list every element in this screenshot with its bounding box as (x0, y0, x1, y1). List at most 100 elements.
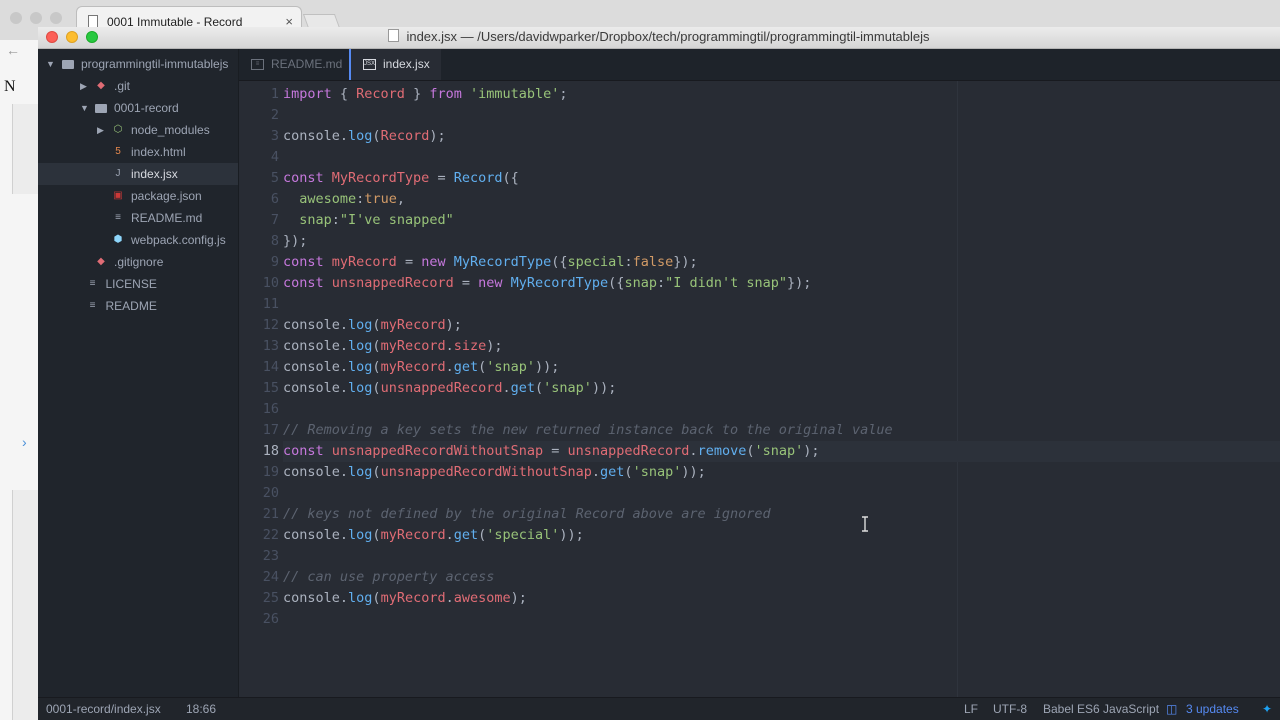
code-line[interactable]: console.log(Record); (283, 126, 1280, 147)
line-number: 11 (262, 296, 279, 312)
tab-label: README.md (271, 57, 343, 71)
browser-close-dot[interactable] (10, 12, 22, 24)
tree-item-label: README (105, 299, 157, 313)
status-file-path[interactable]: 0001-record/index.jsx (46, 698, 161, 720)
line-number: 20 (262, 485, 279, 501)
package-icon: ⬡ (113, 124, 123, 135)
browser-minimize-dot[interactable] (30, 12, 42, 24)
title-bar: index.jsx — /Users/davidwparker/Dropbox/… (38, 27, 1280, 49)
line-number: 7 (270, 212, 279, 228)
book-icon: ≡ (115, 212, 121, 223)
line-number: 10 (262, 275, 279, 291)
status-cursor-position[interactable]: 18:66 (186, 698, 216, 720)
code-line[interactable]: console.log(myRecord.get('snap')); (283, 357, 1280, 378)
package-icon: ◫ (1166, 702, 1178, 716)
code-line[interactable]: console.log(myRecord); (283, 315, 1280, 336)
browser-page-edge: ← › (0, 40, 39, 720)
chevron-right-icon[interactable]: ▶ (97, 119, 104, 141)
line-number: 4 (270, 149, 279, 165)
code-line[interactable]: const unsnappedRecordWithoutSnap = unsna… (283, 441, 1280, 462)
chevron-down-icon[interactable]: ▼ (80, 97, 89, 119)
line-number: 9 (270, 254, 279, 270)
tree-root[interactable]: ▼ programmingtil-immutablejs (38, 53, 238, 75)
book-icon: ≡ (251, 59, 264, 70)
tab-index-jsx[interactable]: JSX index.jsx (349, 49, 441, 80)
document-icon (388, 29, 400, 42)
code-line[interactable]: snap:"I've snapped" (283, 210, 1280, 231)
chevron-right-icon[interactable]: ▶ (80, 75, 87, 97)
code-line[interactable]: // Removing a key sets the new returned … (283, 420, 1280, 441)
line-number: 24 (262, 569, 279, 585)
tree-item[interactable]: ▣ package.json (38, 185, 238, 207)
code-line[interactable]: console.log(unsnappedRecordWithoutSnap.g… (283, 462, 1280, 483)
code-line[interactable] (283, 105, 1280, 126)
status-updates[interactable]: 3 updates (1186, 698, 1239, 720)
code-line[interactable]: }); (283, 231, 1280, 252)
tree-item[interactable]: ▼ 0001-record (38, 97, 238, 119)
code-line[interactable]: console.log(myRecord.size); (283, 336, 1280, 357)
code-line[interactable]: // can use property access (283, 567, 1280, 588)
browser-zoom-dot[interactable] (50, 12, 62, 24)
line-number: 17 (262, 422, 279, 438)
back-arrow-icon[interactable]: ← (6, 42, 20, 58)
tree-root-label: programmingtil-immutablejs (81, 57, 229, 71)
jsx-icon: JSX (363, 59, 376, 70)
tab-label: index.jsx (383, 57, 430, 71)
code-line[interactable]: // keys not defined by the original Reco… (283, 504, 1280, 525)
line-number: 8 (270, 233, 279, 249)
line-number: 2 (270, 107, 279, 123)
twitter-bird-icon[interactable]: ✦ (1262, 698, 1272, 720)
git-icon: ◆ (97, 256, 105, 267)
window-title-text: index.jsx — /Users/davidwparker/Dropbox/… (406, 29, 930, 44)
code-line[interactable] (283, 546, 1280, 567)
line-number: 19 (262, 464, 279, 480)
line-number: 5 (270, 170, 279, 186)
code-line[interactable]: console.log(myRecord.awesome); (283, 588, 1280, 609)
code-line[interactable] (283, 147, 1280, 168)
code-line[interactable] (283, 609, 1280, 630)
code-line[interactable]: import { Record } from 'immutable'; (283, 84, 1280, 105)
code-line[interactable]: const unsnappedRecord = new MyRecordType… (283, 273, 1280, 294)
tree-view: ▼ programmingtil-immutablejs ▶ ◆ .git ▼ 0001… (38, 49, 239, 697)
book-icon: ≡ (89, 278, 96, 289)
line-number: 16 (262, 401, 279, 417)
tree-item[interactable]: ⬢ webpack.config.js (38, 229, 238, 251)
expand-arrow-icon[interactable]: › (22, 434, 27, 450)
line-number: 18 (262, 443, 279, 459)
line-number: 1 (270, 86, 279, 102)
code-line[interactable] (283, 399, 1280, 420)
code-editor[interactable]: 1 import { Record } from 'immutable'; 2 3 co… (239, 81, 1280, 697)
tree-item[interactable]: Jindex.jsx (38, 163, 238, 185)
status-grammar[interactable]: Babel ES6 JavaScript (1043, 698, 1159, 720)
code-line[interactable]: awesome:true, (283, 189, 1280, 210)
line-number: 12 (262, 317, 279, 333)
line-number: 13 (262, 338, 279, 354)
code-line[interactable] (283, 483, 1280, 504)
tree-item-label: index.jsx (131, 167, 178, 181)
tree-item[interactable]: ≡ LICENSE (38, 273, 238, 295)
chevron-down-icon[interactable]: ▼ (46, 53, 55, 75)
tree-item[interactable]: ≡ README (38, 295, 238, 317)
tree-item[interactable]: 5 index.html (38, 141, 238, 163)
tab-readme[interactable]: ≡ README.md (239, 49, 349, 80)
code-line[interactable] (283, 294, 1280, 315)
tree-item[interactable]: ◆ .gitignore (38, 251, 238, 273)
line-number: 6 (270, 191, 279, 207)
page-letters: N (4, 78, 16, 95)
code-line[interactable]: console.log(myRecord.get('special')); (283, 525, 1280, 546)
book-icon: ≡ (89, 300, 96, 311)
line-number: 3 (270, 128, 279, 144)
code-line[interactable]: const myRecord = new MyRecordType({speci… (283, 252, 1280, 273)
tree-item-label: README.md (131, 211, 203, 225)
window-title: index.jsx — /Users/davidwparker/Dropbox/… (38, 29, 1280, 44)
status-encoding[interactable]: UTF-8 (993, 698, 1027, 720)
html5-icon: 5 (115, 146, 121, 157)
status-line-ending[interactable]: LF (964, 698, 978, 720)
tree-item[interactable]: ≡ README.md (38, 207, 238, 229)
tree-item[interactable]: ▶ ⬡ node_modules (38, 119, 238, 141)
code-line[interactable]: const MyRecordType = Record({ (283, 168, 1280, 189)
tree-item-label: package.json (131, 189, 202, 203)
code-line[interactable]: console.log(unsnappedRecord.get('snap'))… (283, 378, 1280, 399)
tree-item[interactable]: ▶ ◆ .git (38, 75, 238, 97)
git-icon: ◆ (97, 80, 105, 91)
